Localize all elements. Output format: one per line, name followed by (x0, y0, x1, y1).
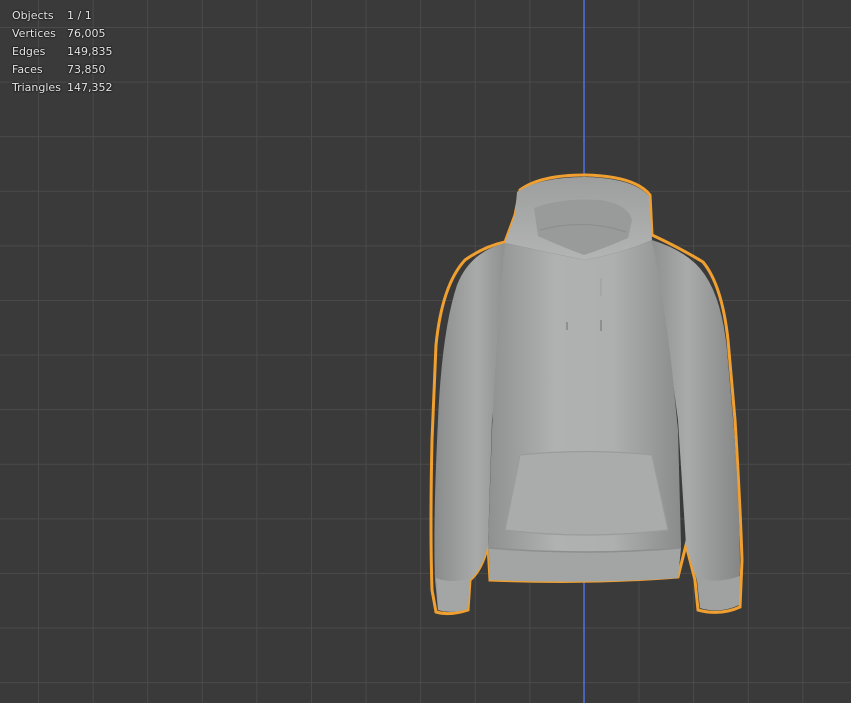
left-cuff (436, 578, 470, 612)
stat-value: 149,835 (67, 45, 113, 58)
stat-row-objects: Objects 1 / 1 (12, 7, 113, 25)
3d-viewport[interactable]: Objects 1 / 1 Vertices 76,005 Edges 149,… (0, 0, 851, 703)
stat-label: Faces (12, 63, 43, 76)
stat-row-faces: Faces 73,850 (12, 61, 113, 79)
stat-label: Triangles (12, 81, 61, 94)
hoodie-mesh-object[interactable] (0, 0, 851, 703)
stat-value: 1 / 1 (67, 9, 92, 22)
stat-row-triangles: Triangles 147,352 (12, 79, 113, 97)
stat-row-vertices: Vertices 76,005 (12, 25, 113, 43)
right-cuff (697, 576, 740, 611)
stat-value: 73,850 (67, 63, 106, 76)
stat-label: Edges (12, 45, 46, 58)
stat-row-edges: Edges 149,835 (12, 43, 113, 61)
stat-value: 76,005 (67, 27, 106, 40)
stat-label: Objects (12, 9, 54, 22)
stat-value: 147,352 (67, 81, 113, 94)
waistband (489, 548, 681, 582)
stat-label: Vertices (12, 27, 56, 40)
statistics-overlay: Objects 1 / 1 Vertices 76,005 Edges 149,… (12, 7, 113, 97)
kangaroo-pocket (504, 450, 669, 536)
